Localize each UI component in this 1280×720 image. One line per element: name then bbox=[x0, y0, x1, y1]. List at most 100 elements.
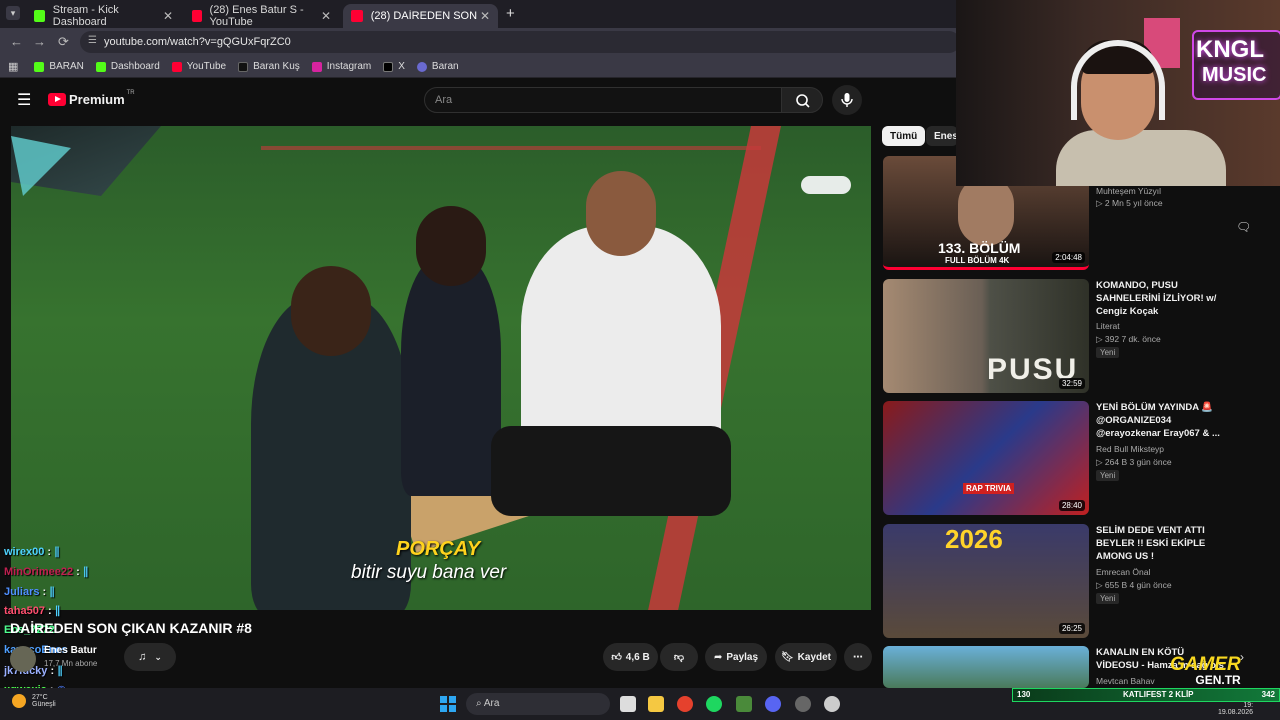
youtube-icon bbox=[192, 10, 202, 22]
bookmark-tiktok[interactable]: Baran Kuş bbox=[238, 61, 300, 72]
app-icon[interactable] bbox=[824, 696, 840, 712]
taskbar-search[interactable]: ⌕ Ara bbox=[466, 693, 610, 715]
person-right-head bbox=[586, 171, 656, 256]
chevron-down-icon: ⌄ bbox=[154, 651, 162, 662]
subscribed-button[interactable]: ♫ ⌄ bbox=[124, 643, 176, 671]
recommendation-channel[interactable]: Mevtcan Bahav bbox=[1096, 676, 1155, 686]
chat-message: MinOrimee22 : ∥ bbox=[4, 566, 89, 578]
bookmark-x[interactable]: X bbox=[383, 61, 405, 72]
duration-badge: 26:25 bbox=[1058, 623, 1085, 634]
channel-name[interactable]: Enes Batur bbox=[44, 645, 97, 656]
recommendation-channel[interactable]: Muhteşem Yüzyıl bbox=[1096, 186, 1161, 196]
recommendation-thumbnail[interactable] bbox=[883, 646, 1089, 688]
youtube-play-icon bbox=[48, 93, 66, 106]
tab-title: Stream - Kick Dashboard bbox=[52, 4, 119, 28]
chat-message: Juliars : ∥ bbox=[4, 586, 55, 598]
apps-icon[interactable]: ▦ bbox=[8, 60, 18, 73]
emote-icon: ∥ bbox=[54, 605, 61, 617]
recommendation-meta: ▷ 264 B 3 gün önce bbox=[1096, 457, 1172, 467]
share-button[interactable]: ➦ Paylaş bbox=[705, 643, 767, 671]
thumb-figure bbox=[958, 176, 1014, 246]
tab-list-button[interactable]: ▾ bbox=[6, 6, 20, 20]
recommendation-meta: ▷ 392 7 dk. önce bbox=[1096, 334, 1161, 344]
recommendation-thumbnail[interactable]: RAP TRIVIA 28:40 bbox=[883, 401, 1089, 515]
clock[interactable]: 19: 19.08.2026 bbox=[1218, 702, 1253, 716]
weather-widget[interactable]: 27°C Güneşli bbox=[12, 694, 56, 708]
start-button[interactable] bbox=[440, 696, 456, 712]
comment-icon[interactable]: 🗨︎ bbox=[1236, 220, 1251, 234]
reload-icon[interactable]: ⟳ bbox=[58, 34, 69, 50]
thumb-caption: 133. BÖLÜM bbox=[938, 240, 1021, 256]
bookmark-youtube[interactable]: YouTube bbox=[171, 61, 226, 72]
chrome-icon[interactable] bbox=[677, 696, 693, 712]
file-explorer-icon[interactable] bbox=[648, 696, 664, 712]
voice-search-button[interactable] bbox=[832, 85, 862, 115]
stream-counter-right: 342 bbox=[1261, 690, 1275, 699]
chip-label: Tümü bbox=[890, 130, 918, 142]
search-input[interactable]: Ara bbox=[424, 87, 782, 113]
recommendation-title[interactable]: YENİ BÖLÜM YAYINDA 🚨 @ORGANIZE034 @erayo… bbox=[1096, 401, 1226, 440]
emote-icon: ∥ bbox=[54, 546, 60, 558]
channel-avatar[interactable] bbox=[10, 646, 36, 672]
recommendation-channel[interactable]: Emrecan Önal bbox=[1096, 567, 1150, 577]
recommendation-thumbnail[interactable]: 2026 26:25 bbox=[883, 524, 1089, 638]
menu-icon[interactable]: ☰ bbox=[17, 90, 31, 110]
thumb-caption: RAP TRIVIA bbox=[963, 483, 1015, 494]
youtube-logo[interactable]: Premium TR bbox=[48, 90, 135, 107]
tab-enes-batur-youtube[interactable]: (28) Enes Batur S - YouTube ✕ bbox=[184, 4, 339, 28]
task-view-icon[interactable] bbox=[620, 696, 636, 712]
like-button[interactable]: 👍︎ 4,6 B bbox=[603, 643, 658, 671]
recommendation-meta-text: 655 B 4 gün önce bbox=[1104, 580, 1172, 590]
app-icon[interactable] bbox=[736, 696, 752, 712]
recommendation-channel[interactable]: Red Bull Mikstеyp bbox=[1096, 444, 1164, 454]
bookmark-baran-2[interactable]: Baran bbox=[416, 61, 459, 72]
tiktok-icon bbox=[238, 61, 249, 72]
dislike-button[interactable]: 👎︎ bbox=[660, 643, 698, 671]
stream-counter-left: 130 bbox=[1017, 690, 1031, 699]
tab-current-video[interactable]: (28) DAİREDEN SON ÇIKAN KA ✕ bbox=[343, 4, 498, 28]
recommendation-meta-text: 264 B 3 gün önce bbox=[1104, 457, 1172, 467]
more-icon: ⋯ bbox=[853, 651, 863, 663]
bookmark-instagram[interactable]: Instagram bbox=[311, 61, 371, 72]
neon-sign-top: KNGL bbox=[1196, 36, 1264, 63]
close-icon[interactable]: ✕ bbox=[480, 9, 490, 23]
spotify-icon[interactable] bbox=[706, 696, 722, 712]
new-tab-button[interactable]: + bbox=[506, 5, 515, 22]
tab-title: (28) Enes Batur S - YouTube bbox=[209, 4, 304, 28]
clock-time: 19: bbox=[1243, 702, 1254, 709]
search-button[interactable] bbox=[781, 87, 823, 113]
forward-icon[interactable]: → bbox=[33, 34, 46, 49]
chip-all[interactable]: Tümü bbox=[882, 126, 926, 146]
app-icon[interactable] bbox=[795, 696, 811, 712]
recommendation-thumbnail[interactable]: PUSU 32:59 bbox=[883, 279, 1089, 393]
bookmark-dashboard[interactable]: Dashboard bbox=[95, 61, 160, 72]
close-icon[interactable]: ✕ bbox=[163, 9, 173, 23]
bookmark-baran[interactable]: BARAN bbox=[34, 61, 84, 72]
bookmark-label: Baran bbox=[431, 61, 459, 72]
new-badge: Yeni bbox=[1096, 470, 1120, 481]
tab-kick-dashboard[interactable]: Stream - Kick Dashboard ✕ bbox=[26, 4, 181, 28]
recommendation-meta: ▷ 2 Mn 5 yıl önce bbox=[1096, 198, 1163, 208]
chat-username: MinOrimee22 bbox=[4, 566, 74, 578]
kick-icon bbox=[34, 61, 45, 72]
discord-icon[interactable] bbox=[765, 696, 781, 712]
share-icon: ➦ bbox=[713, 651, 723, 663]
save-button[interactable]: 🔖︎ Kaydet bbox=[775, 643, 837, 671]
chip-enes[interactable]: Enes bbox=[926, 126, 958, 146]
thumbs-up-icon: 👍︎ bbox=[611, 652, 622, 663]
back-icon[interactable]: ← bbox=[10, 34, 23, 49]
recommendation-title[interactable]: KOMANDO, PUSU SAHNELERİNİ İZLİYOR! w/ Ce… bbox=[1096, 279, 1226, 318]
subtitle-speaker: PORÇAY bbox=[396, 538, 481, 560]
windows-taskbar: 27°C Güneşli ⌕ Ara 130 KATLIFEST 2 KLİP … bbox=[0, 688, 1280, 720]
new-badge: Yeni bbox=[1096, 593, 1120, 604]
recommendation-channel[interactable]: Literat bbox=[1096, 321, 1120, 331]
bell-icon: ♫ bbox=[138, 651, 147, 663]
site-info-icon[interactable]: ☰ bbox=[88, 35, 97, 46]
chat-message: wirex00 : ∥ bbox=[4, 546, 60, 558]
address-bar[interactable]: ☰ youtube.com/watch?v=gQGUxFqrZC0 bbox=[80, 31, 960, 53]
close-icon[interactable]: ✕ bbox=[321, 9, 331, 23]
more-actions-button[interactable]: ⋯ bbox=[844, 643, 872, 671]
share-label: Paylaş bbox=[726, 651, 759, 663]
video-player[interactable]: PORÇAY bitir suyu bana ver bbox=[11, 126, 871, 610]
recommendation-title[interactable]: SELİM DEDE VENT ATTI BEYLER !! ESKİ EKİP… bbox=[1096, 524, 1226, 563]
